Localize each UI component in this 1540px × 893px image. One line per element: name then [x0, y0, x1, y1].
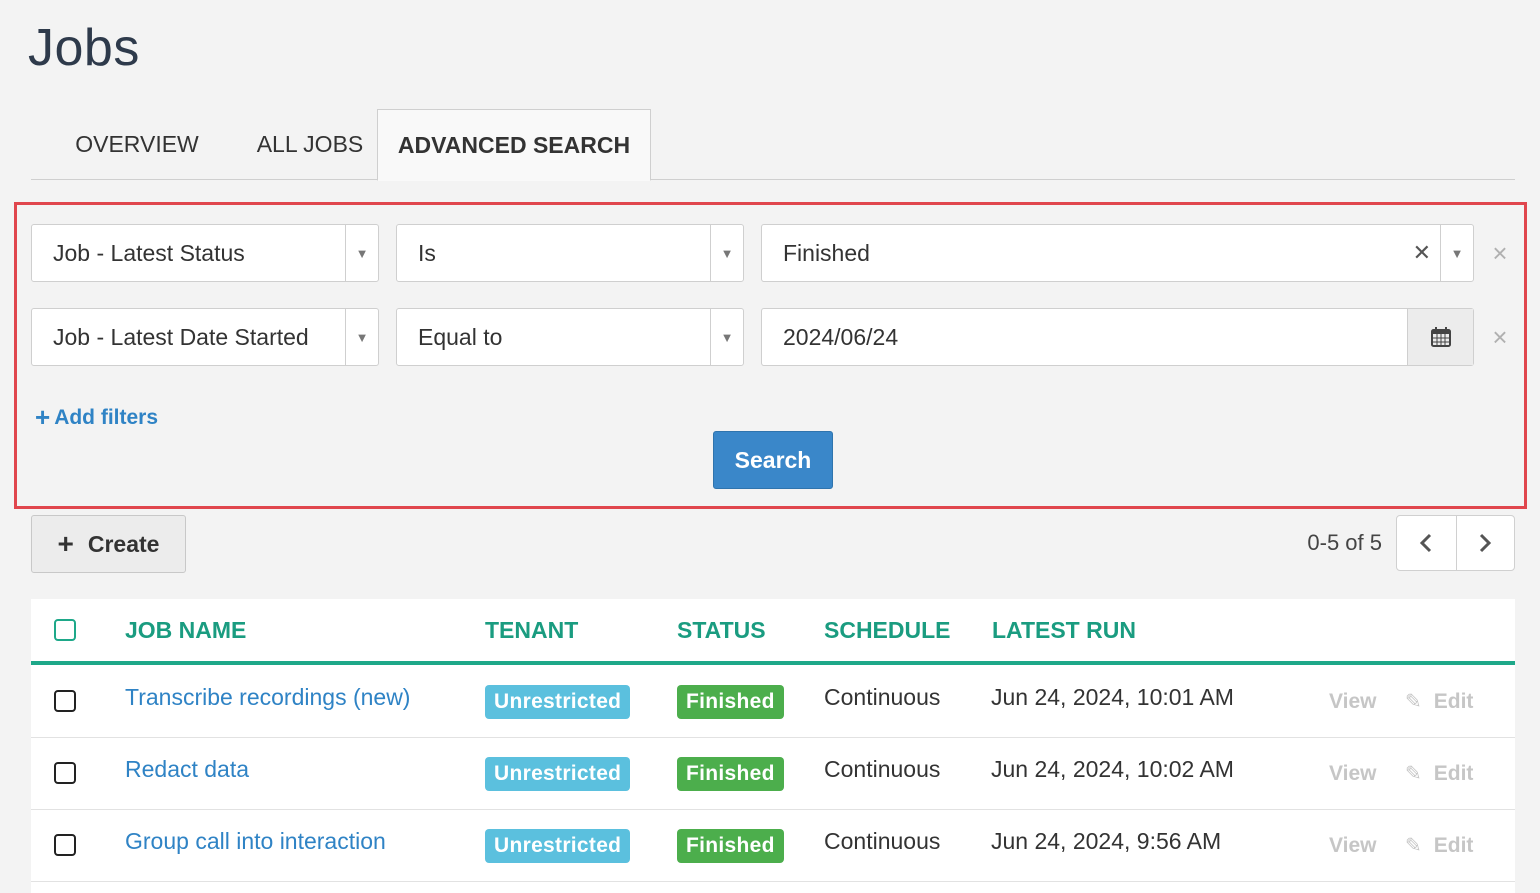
pagination-count: 0-5 of 5	[1307, 530, 1382, 555]
chevron-down-icon[interactable]: ▼	[345, 225, 378, 281]
filter-1-field-value: Job - Latest Status	[53, 239, 245, 266]
table-row: Group call into interaction Unrestricted…	[31, 810, 1515, 882]
advanced-search-filter-panel: Job - Latest Status ▼ Is ▼ Finished ✕ ▼ …	[14, 202, 1527, 509]
add-filters-label: Add filters	[54, 405, 159, 429]
prev-page-button[interactable]	[1397, 516, 1456, 570]
edit-icon: ✎	[1405, 763, 1422, 785]
schedule-cell: Continuous	[824, 828, 941, 854]
filter-2-date-input[interactable]: 2024/06/24	[761, 308, 1474, 366]
schedule-cell: Continuous	[824, 756, 941, 782]
view-link[interactable]: View	[1329, 810, 1376, 881]
row-checkbox[interactable]	[54, 834, 76, 856]
status-cell: Finished	[677, 810, 784, 881]
edit-link[interactable]: ✎ Edit	[1405, 810, 1473, 881]
table-header: JOB NAME TENANT STATUS SCHEDULE LATEST R…	[31, 599, 1515, 665]
table-row: Transcribe recordings (new) Unrestricted…	[31, 666, 1515, 738]
column-header-latest-run[interactable]: LATEST RUN	[992, 599, 1136, 661]
tab-bar: OVERVIEW ALL JOBS ADVANCED SEARCH	[31, 109, 1515, 181]
edit-icon: ✎	[1405, 691, 1422, 713]
latest-run-cell: Jun 24, 2024, 10:02 AM	[991, 756, 1234, 782]
create-button[interactable]: + Create	[31, 515, 186, 573]
select-all-checkbox[interactable]	[54, 619, 76, 641]
chevron-down-icon[interactable]: ▼	[1440, 225, 1473, 281]
chevron-down-icon[interactable]: ▼	[710, 225, 743, 281]
filter-2-date-value: 2024/06/24	[783, 323, 899, 350]
chevron-right-icon	[1480, 533, 1492, 553]
plus-icon: +	[35, 402, 51, 432]
column-header-status[interactable]: STATUS	[677, 599, 766, 661]
tenant-badge: Unrestricted	[485, 684, 631, 719]
tab-overview[interactable]: OVERVIEW	[31, 109, 243, 180]
filter-1-value: Finished	[783, 239, 870, 266]
latest-run-cell: Jun 24, 2024, 10:01 AM	[991, 684, 1234, 710]
remove-filter-2-icon[interactable]: ×	[1485, 322, 1515, 352]
column-header-tenant[interactable]: TENANT	[485, 599, 578, 661]
calendar-icon[interactable]	[1407, 309, 1473, 365]
view-link[interactable]: View	[1329, 738, 1376, 809]
edit-icon: ✎	[1405, 835, 1422, 857]
tenant-cell: Unrestricted	[485, 738, 631, 809]
edit-link[interactable]: ✎ Edit	[1405, 666, 1473, 737]
filter-2-operator-select[interactable]: Equal to ▼	[396, 308, 744, 366]
filter-2-field-value: Job - Latest Date Started	[53, 323, 309, 350]
row-checkbox[interactable]	[54, 762, 76, 784]
edit-label: Edit	[1433, 833, 1474, 857]
job-name-link[interactable]: Group call into interaction	[125, 806, 386, 877]
status-cell: Finished	[677, 738, 784, 809]
tenant-badge: Unrestricted	[485, 828, 631, 863]
tenant-badge: Unrestricted	[485, 756, 631, 791]
column-header-job-name[interactable]: JOB NAME	[125, 599, 246, 661]
tab-advanced-search[interactable]: ADVANCED SEARCH	[377, 109, 651, 181]
status-cell: Finished	[677, 666, 784, 737]
status-badge: Finished	[677, 756, 784, 791]
jobs-table: JOB NAME TENANT STATUS SCHEDULE LATEST R…	[31, 599, 1515, 893]
edit-label: Edit	[1433, 761, 1474, 785]
tenant-cell: Unrestricted	[485, 666, 631, 737]
edit-label: Edit	[1433, 689, 1474, 713]
filter-1-field-select[interactable]: Job - Latest Status ▼	[31, 224, 379, 282]
page-title: Jobs	[28, 19, 140, 77]
edit-link[interactable]: ✎ Edit	[1405, 738, 1473, 809]
filter-1-operator-select[interactable]: Is ▼	[396, 224, 744, 282]
row-checkbox[interactable]	[54, 690, 76, 712]
job-name-link[interactable]: Redact data	[125, 734, 249, 805]
column-header-schedule[interactable]: SCHEDULE	[824, 599, 951, 661]
schedule-cell: Continuous	[824, 684, 941, 710]
job-name-link[interactable]: Transcribe recordings (new)	[125, 662, 410, 733]
status-badge: Finished	[677, 684, 784, 719]
job-name-text[interactable]: Transcribe recordings (new)	[125, 684, 410, 711]
tenant-cell: Unrestricted	[485, 810, 631, 881]
filter-2-field-select[interactable]: Job - Latest Date Started ▼	[31, 308, 379, 366]
filter-2-operator-value: Equal to	[418, 323, 503, 350]
chevron-down-icon[interactable]: ▼	[345, 309, 378, 365]
view-link[interactable]: View	[1329, 666, 1376, 737]
job-name-text[interactable]: Group call into interaction	[125, 828, 386, 855]
chevron-left-icon	[1420, 533, 1432, 553]
remove-filter-1-icon[interactable]: ×	[1485, 238, 1515, 268]
job-name-text[interactable]: Redact data	[125, 756, 249, 783]
add-filters-link[interactable]: + Add filters	[35, 402, 158, 433]
next-page-button[interactable]	[1455, 516, 1515, 570]
filter-1-value-select[interactable]: Finished ✕ ▼	[761, 224, 1474, 282]
create-label: Create	[87, 530, 160, 557]
filter-1-operator-value: Is	[418, 239, 436, 266]
latest-run-cell: Jun 24, 2024, 9:56 AM	[991, 828, 1222, 854]
plus-icon: +	[57, 528, 74, 559]
search-button[interactable]: Search	[713, 431, 833, 489]
pagination-controls	[1396, 515, 1515, 571]
chevron-down-icon[interactable]: ▼	[710, 309, 743, 365]
tab-all-jobs[interactable]: ALL JOBS	[243, 109, 377, 180]
status-badge: Finished	[677, 828, 784, 863]
table-row: Redact data Unrestricted Finished Contin…	[31, 738, 1515, 810]
clear-icon[interactable]: ✕	[1413, 225, 1431, 281]
